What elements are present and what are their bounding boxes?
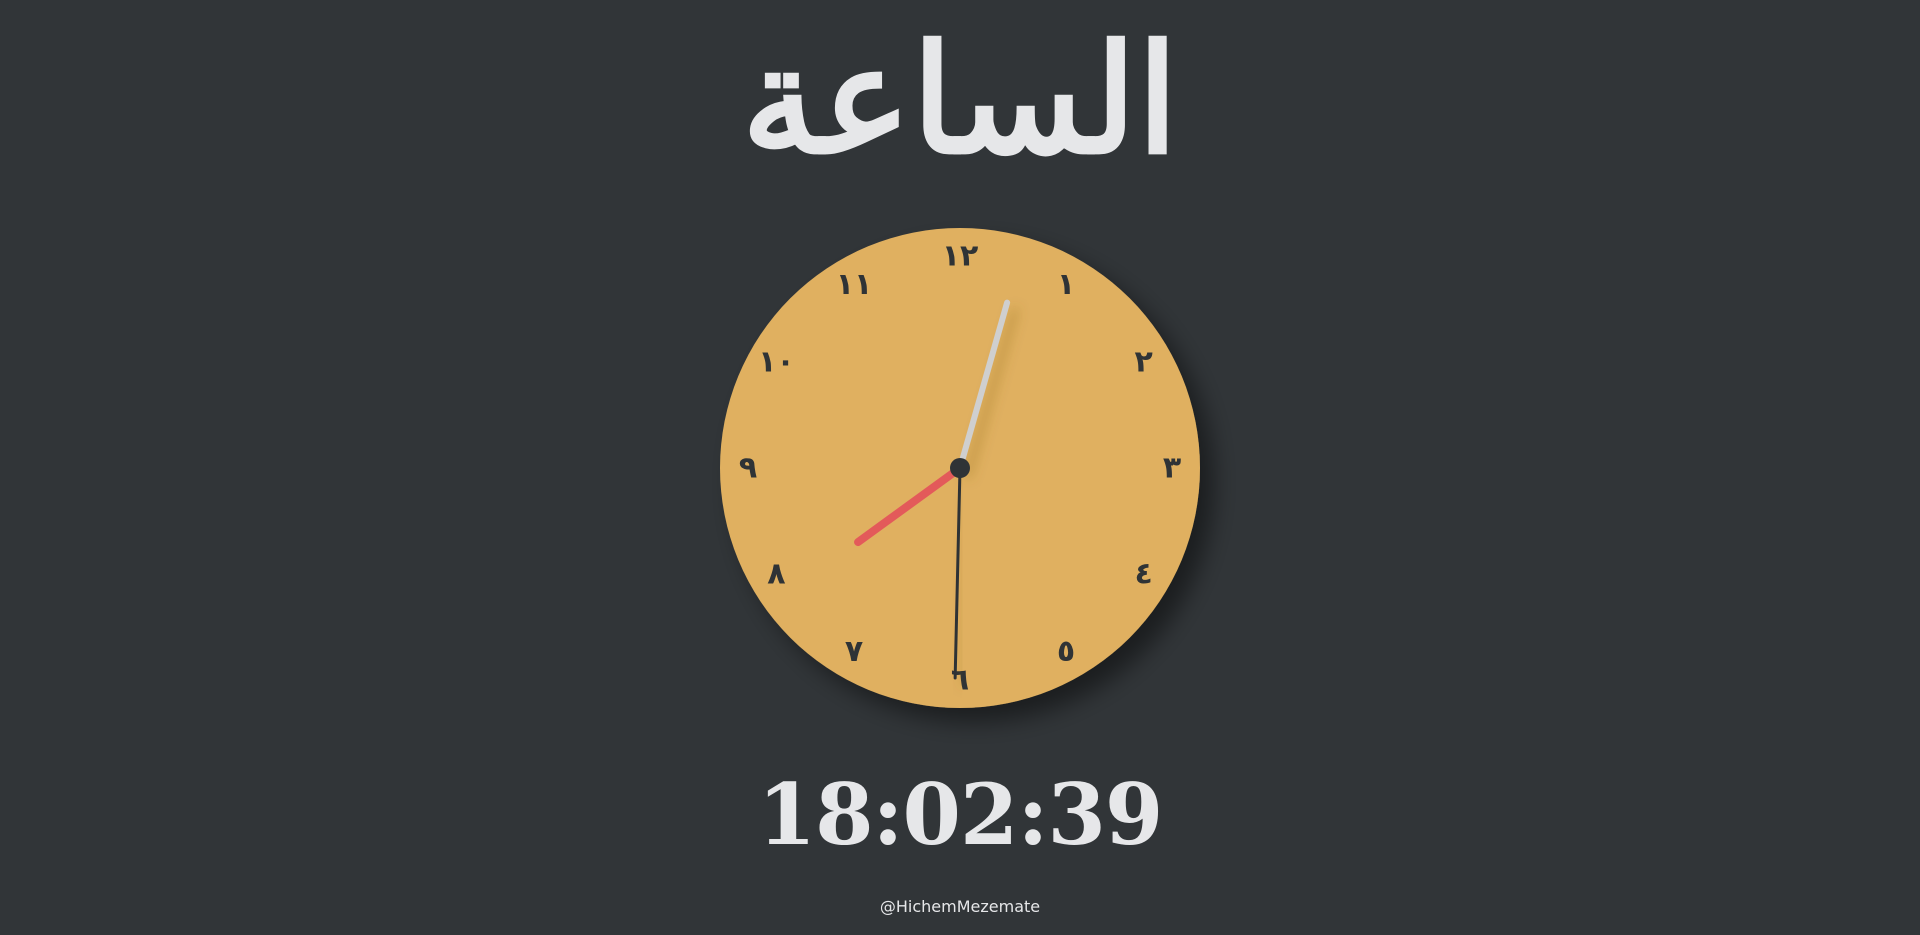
clock-face-svg: ١٢١٢٣٤٥٦٧٨٩١٠١١ xyxy=(720,228,1200,708)
clock-numeral: ١١ xyxy=(836,267,873,302)
clock-numeral: ٢ xyxy=(1134,345,1152,380)
clock-numeral: ٧ xyxy=(845,634,863,669)
page-title: الساعة xyxy=(741,12,1179,188)
clock-numeral: ٨ xyxy=(767,557,785,592)
clock-numeral: ١٠ xyxy=(758,345,795,380)
author-credit: @HichemMezemate xyxy=(879,897,1041,916)
clock-numeral: ٩ xyxy=(739,451,757,486)
digital-time: 18:02:39 xyxy=(757,765,1164,864)
clock-numeral: ١٢ xyxy=(942,239,979,274)
clock-numeral: ٣ xyxy=(1163,451,1181,486)
clock-page: الساعة ١٢ ١ ٢ ٣ ٤ ٥ ٦ ٧ ٨ ٩ ١٠ ١١ 18:02:39 @HichemM… xyxy=(0,0,1920,935)
clock-center-cap xyxy=(950,458,970,478)
analog-clock: ١٢ ١ ٢ ٣ ٤ ٥ ٦ ٧ ٨ ٩ ١٠ ١١ xyxy=(720,228,1200,708)
clock-numeral: ٤ xyxy=(1134,557,1152,592)
clock-numeral: ٦ xyxy=(951,663,969,698)
clock-numeral: ١ xyxy=(1057,267,1075,302)
clock-numeral: ٥ xyxy=(1057,634,1075,669)
